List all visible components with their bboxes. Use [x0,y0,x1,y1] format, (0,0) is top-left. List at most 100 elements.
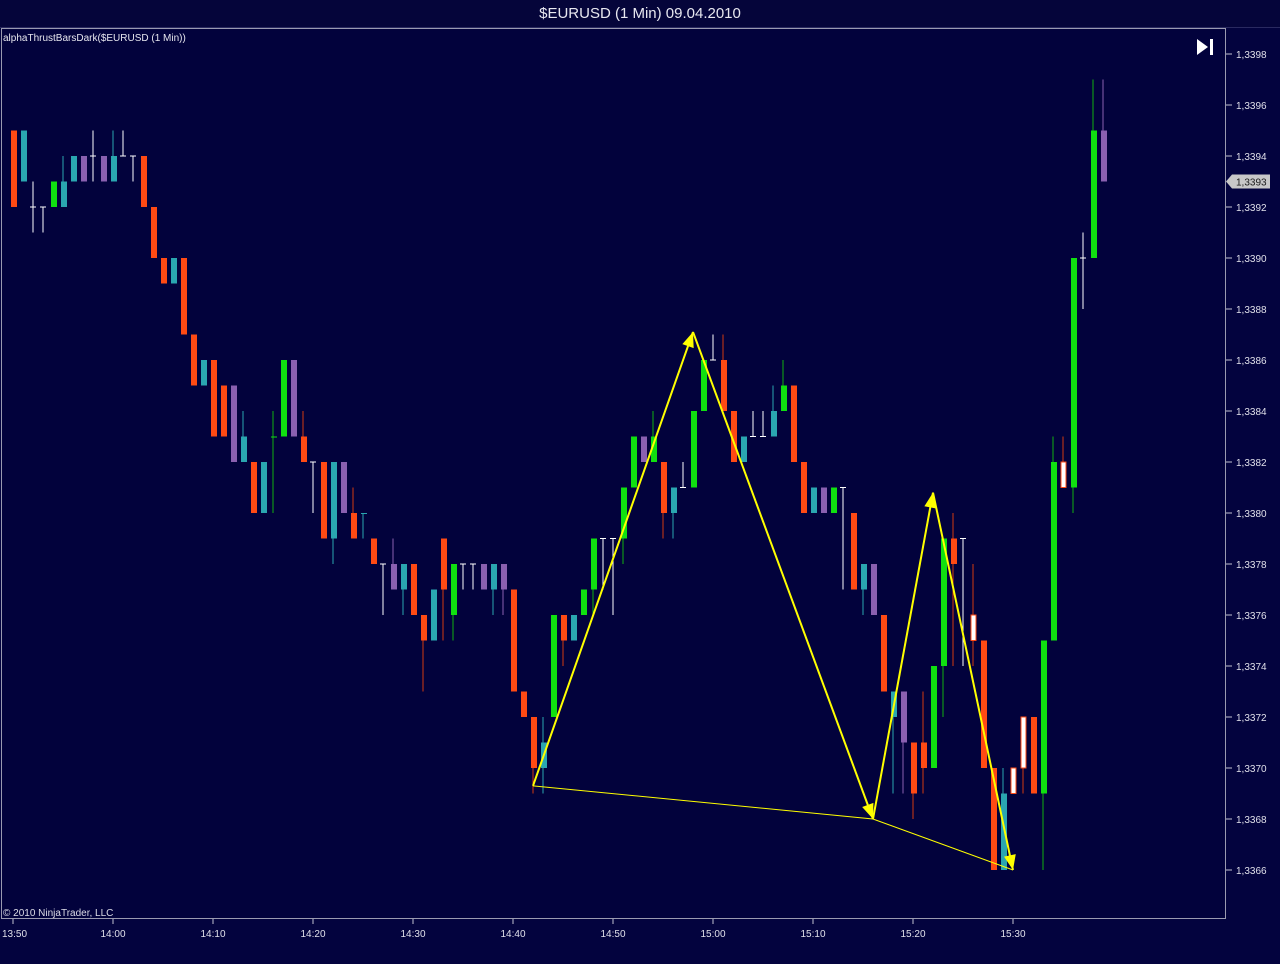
candle-body [221,385,227,437]
y-tick-label: 1,3380 [1236,509,1267,520]
candle-body [911,742,917,794]
candle-body [51,181,57,207]
candle-body [661,462,667,513]
candle-body [181,258,187,335]
candle-body [931,666,937,768]
y-tick-label: 1,3370 [1236,764,1267,775]
candle-body [371,538,377,564]
candle-body [411,564,417,615]
copyright-label: © 2010 NinjaTrader, LLC [3,908,114,919]
pattern-leg [932,492,1014,871]
y-tick-label: 1,3396 [1236,101,1267,112]
candle-body [511,589,517,692]
candle-body [451,564,457,615]
candle-body [491,564,497,590]
x-tick-label: 14:50 [600,929,625,940]
x-tick-label: 15:10 [800,929,825,940]
candle-body [881,615,887,692]
candle-body [151,207,157,258]
last-price-label: 1,3393 [1236,178,1267,189]
candle-body [791,385,797,462]
candle-body [11,130,17,207]
x-tick-label: 15:30 [1000,929,1025,940]
candle-body [901,691,907,743]
y-tick-label: 1,3392 [1236,203,1267,214]
pattern-arrowhead [682,331,694,349]
candle-body [281,360,287,437]
candle-body [261,462,267,513]
candle-body [851,513,857,590]
candle-body [951,538,957,564]
y-tick-label: 1,3394 [1236,152,1267,163]
y-tick-label: 1,3378 [1236,560,1267,571]
candle-body [171,258,177,284]
candle-body [970,614,977,641]
candle-body [781,385,787,411]
candle-body [1091,130,1097,258]
candle-body [551,615,557,717]
y-tick-label: 1,3384 [1236,407,1267,418]
candle-body [111,156,117,182]
y-tick-label: 1,3398 [1236,50,1267,61]
candle-body [1051,462,1057,641]
candle-body [1071,258,1077,488]
candle-body [231,385,237,462]
candle-body [591,538,597,590]
candle-body [321,462,327,539]
candle-body [671,487,677,513]
candle-body [581,589,587,615]
candle-body [641,436,647,462]
y-tick-label: 1,3382 [1236,458,1267,469]
candle-body [251,462,257,513]
candle-body [161,258,167,284]
candle-body [191,334,197,386]
candle-body [211,360,217,437]
candle-body [101,156,107,182]
x-tick-label: 14:40 [500,929,525,940]
y-tick-label: 1,3374 [1236,662,1267,673]
candle-body [401,564,407,590]
price-chart: 1,3366 1,3368 1,3370 1,3372 1,3374 1,3376 1,33… [2,50,1270,940]
candle-body [271,436,277,438]
candle-body [441,538,447,590]
candle-body [531,717,537,768]
candle-body [1010,767,1017,794]
x-tick-label: 14:30 [400,929,425,940]
candle-body [241,436,247,462]
x-tick-label: 14:20 [300,929,325,940]
x-tick-label: 15:00 [700,929,725,940]
candle-body [81,156,87,182]
candle-body [981,640,987,768]
candle-body [871,564,877,615]
candle-body [501,564,507,590]
candle-body [421,615,427,641]
candle-body [801,462,807,513]
candle-body [301,436,307,462]
candle-body [821,487,827,513]
x-tick-label: 15:20 [900,929,925,940]
pattern-leg [532,331,694,787]
x-tick-label: 14:10 [200,929,225,940]
y-tick-label: 1,3368 [1236,815,1267,826]
y-tick-label: 1,3388 [1236,305,1267,316]
candle-body [291,360,297,437]
y-tick-label: 1,3366 [1236,866,1267,877]
pattern-arrowhead [862,802,874,819]
candle-body [351,513,357,539]
candle-body [331,462,337,539]
candle-body [831,487,837,513]
candle-body [861,564,867,590]
skip-to-end-icon[interactable] [1194,36,1218,58]
candle-body [391,564,397,590]
pattern-baseline [532,785,1014,871]
candle-body [1101,130,1107,182]
candle-body [431,589,437,641]
candle-body [1041,640,1047,794]
candle-body [1031,717,1037,794]
candle-body [201,360,207,386]
candle-body [771,411,777,437]
candle-body [141,156,147,207]
y-tick-label: 1,3372 [1236,713,1267,724]
x-tick-label: 13:50 [2,929,27,940]
candle-body [811,487,817,513]
